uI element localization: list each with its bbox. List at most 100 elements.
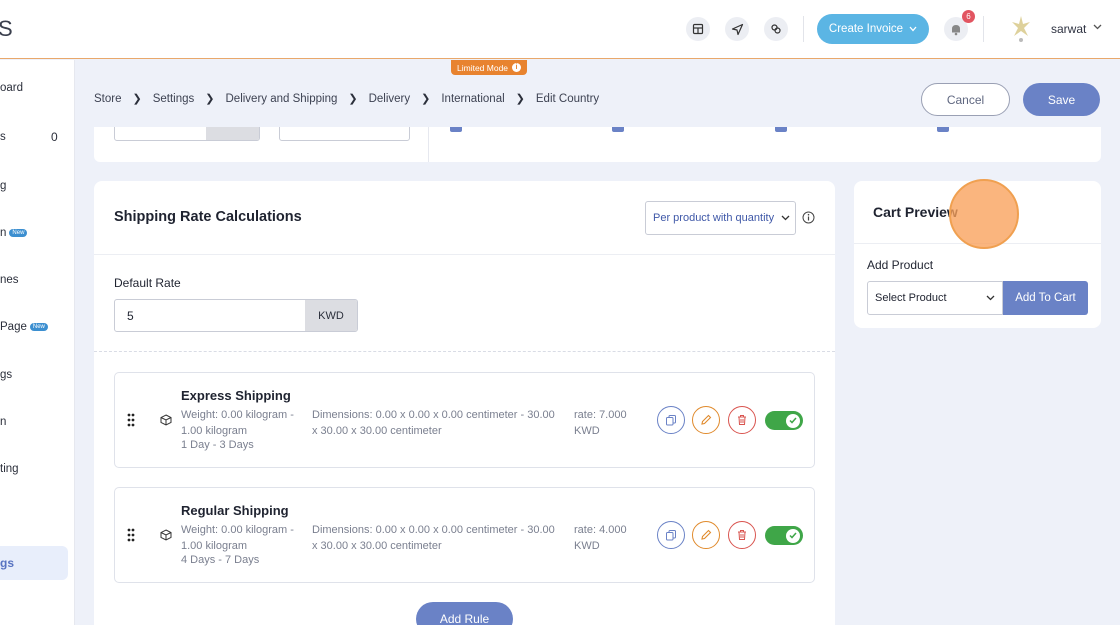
- sidebar-item-new-1[interactable]: n New: [0, 227, 28, 239]
- add-to-cart-button[interactable]: Add To Cart: [1003, 281, 1088, 315]
- rule-weight: Weight: 0.00 kilogram - 1.00 kilogram: [181, 409, 294, 437]
- package-icon: [160, 529, 172, 541]
- breadcrumb-delivery-shipping[interactable]: Delivery and Shipping: [226, 93, 338, 105]
- chevron-down-icon: [781, 215, 790, 221]
- save-button[interactable]: Save: [1023, 83, 1100, 116]
- sidebar-item-label: Page: [0, 321, 27, 333]
- rule-rate: rate: 4.000 KWD: [574, 524, 627, 552]
- sidebar-item-catalog[interactable]: g: [0, 180, 6, 192]
- chevron-down-icon[interactable]: [1093, 24, 1102, 30]
- new-badge: New: [29, 322, 48, 331]
- rule-days: 4 Days - 7 Days: [181, 554, 260, 566]
- info-icon: i: [512, 63, 522, 72]
- top-bar: S Create Invoice 6 sarwat: [0, 0, 1120, 59]
- rule-enabled-toggle[interactable]: [765, 526, 803, 545]
- rule-days: 1 Day - 3 Days: [181, 439, 254, 451]
- rule-dimensions: Dimensions: 0.00 x 0.00 x 0.00 centimete…: [312, 524, 555, 552]
- chevron-right-icon: ❯: [205, 93, 215, 105]
- sidebar-count: 0: [51, 130, 58, 144]
- sidebar-item-themes[interactable]: nes: [0, 274, 19, 286]
- info-icon[interactable]: [802, 211, 815, 224]
- delete-button[interactable]: [728, 406, 756, 434]
- rule-enabled-toggle[interactable]: [765, 411, 803, 430]
- copy-button[interactable]: [657, 406, 685, 434]
- divider: [803, 16, 804, 42]
- cart-preview-title: Cart Preview: [873, 204, 958, 220]
- card-title: Shipping Rate Calculations: [114, 209, 302, 225]
- store-icon[interactable]: [686, 17, 710, 41]
- breadcrumb-edit-country: Edit Country: [535, 92, 600, 105]
- currency-suffix: KWD: [305, 300, 357, 331]
- sidebar-item-label: n: [0, 227, 7, 239]
- breadcrumb-settings[interactable]: Settings: [153, 93, 195, 105]
- add-product-label: Add Product: [867, 258, 934, 272]
- sidebar-item-page[interactable]: Page New: [0, 321, 48, 333]
- trash-icon: [738, 530, 746, 540]
- drag-handle-icon[interactable]: [127, 528, 135, 542]
- check-icon: [786, 413, 800, 428]
- username[interactable]: sarwat: [1051, 22, 1086, 36]
- drag-handle-icon[interactable]: [127, 413, 135, 427]
- sidebar-item-n[interactable]: n: [0, 416, 6, 428]
- breadcrumb-store[interactable]: Store: [94, 93, 122, 105]
- shipping-rule: Regular Shipping Weight: 0.00 kilogram -…: [114, 487, 815, 583]
- check-icon: [786, 528, 800, 543]
- new-badge: New: [9, 228, 28, 237]
- divider: [983, 16, 984, 42]
- rule-weight: Weight: 0.00 kilogram - 1.00 kilogram: [181, 524, 294, 552]
- sidebar-item-dashboard[interactable]: oard: [0, 82, 23, 94]
- sidebar: oard s 0 g n New nes Page New gs n ting: [0, 60, 75, 625]
- breadcrumb-bar: Store ❯ Settings ❯ Delivery and Shipping…: [75, 75, 1120, 127]
- sidebar-item-settings-active[interactable]: gs: [0, 546, 68, 580]
- rule-name: Express Shipping: [181, 388, 291, 403]
- edit-button[interactable]: [692, 406, 720, 434]
- breadcrumb-delivery[interactable]: Delivery: [369, 93, 411, 105]
- avatar[interactable]: [1008, 14, 1034, 44]
- breadcrumb: Store ❯ Settings ❯ Delivery and Shipping…: [94, 92, 600, 106]
- limited-mode-label: Limited Mode: [457, 62, 509, 73]
- divider: [94, 254, 835, 255]
- copy-icon: [666, 415, 676, 426]
- click-indicator: [949, 179, 1019, 249]
- package-icon: [160, 414, 172, 426]
- delete-button[interactable]: [728, 521, 756, 549]
- rule-rate: rate: 7.000 KWD: [574, 409, 627, 437]
- add-rule-button[interactable]: Add Rule: [416, 602, 513, 625]
- pencil-icon: [701, 414, 712, 425]
- sidebar-item-label: gs: [0, 556, 15, 570]
- notification-badge: 6: [962, 10, 975, 23]
- default-rate-value: 5: [127, 309, 134, 323]
- chevron-right-icon: ❯: [515, 93, 525, 105]
- pencil-icon: [701, 529, 712, 540]
- shipping-rule: Express Shipping Weight: 0.00 kilogram -…: [114, 372, 815, 468]
- trash-icon: [738, 415, 746, 425]
- sidebar-item-marketing[interactable]: ting: [0, 463, 19, 475]
- rate-method-value: Per product with quantity: [653, 212, 775, 224]
- edit-button[interactable]: [692, 521, 720, 549]
- create-invoice-button[interactable]: Create Invoice: [817, 14, 929, 44]
- rate-method-select[interactable]: Per product with quantity: [645, 201, 796, 235]
- sidebar-item-settings-group[interactable]: gs: [0, 369, 12, 381]
- app-logo[interactable]: S: [0, 16, 13, 42]
- chevron-down-icon: [986, 295, 995, 301]
- rule-dimensions: Dimensions: 0.00 x 0.00 x 0.00 centimete…: [312, 409, 555, 437]
- breadcrumb-international[interactable]: International: [441, 93, 504, 105]
- chevron-right-icon: ❯: [348, 93, 358, 105]
- product-select[interactable]: Select Product: [867, 281, 1003, 315]
- chevron-right-icon: ❯: [421, 93, 431, 105]
- shipping-rate-card: Shipping Rate Calculations Per product w…: [94, 181, 835, 625]
- rule-name: Regular Shipping: [181, 503, 289, 518]
- copy-icon: [666, 530, 676, 541]
- copy-button[interactable]: [657, 521, 685, 549]
- create-invoice-label: Create Invoice: [828, 23, 904, 35]
- product-select-value: Select Product: [875, 292, 947, 304]
- default-rate-input[interactable]: 5 KWD: [114, 299, 358, 332]
- chevron-down-icon: [909, 26, 917, 32]
- limited-mode-badge[interactable]: Limited Mode i: [451, 60, 528, 75]
- send-icon[interactable]: [725, 17, 749, 41]
- cancel-button[interactable]: Cancel: [921, 83, 1010, 116]
- sidebar-item-orders[interactable]: s: [0, 131, 6, 143]
- link-icon[interactable]: [764, 17, 788, 41]
- default-rate-label: Default Rate: [114, 276, 181, 290]
- chevron-right-icon: ❯: [132, 93, 142, 105]
